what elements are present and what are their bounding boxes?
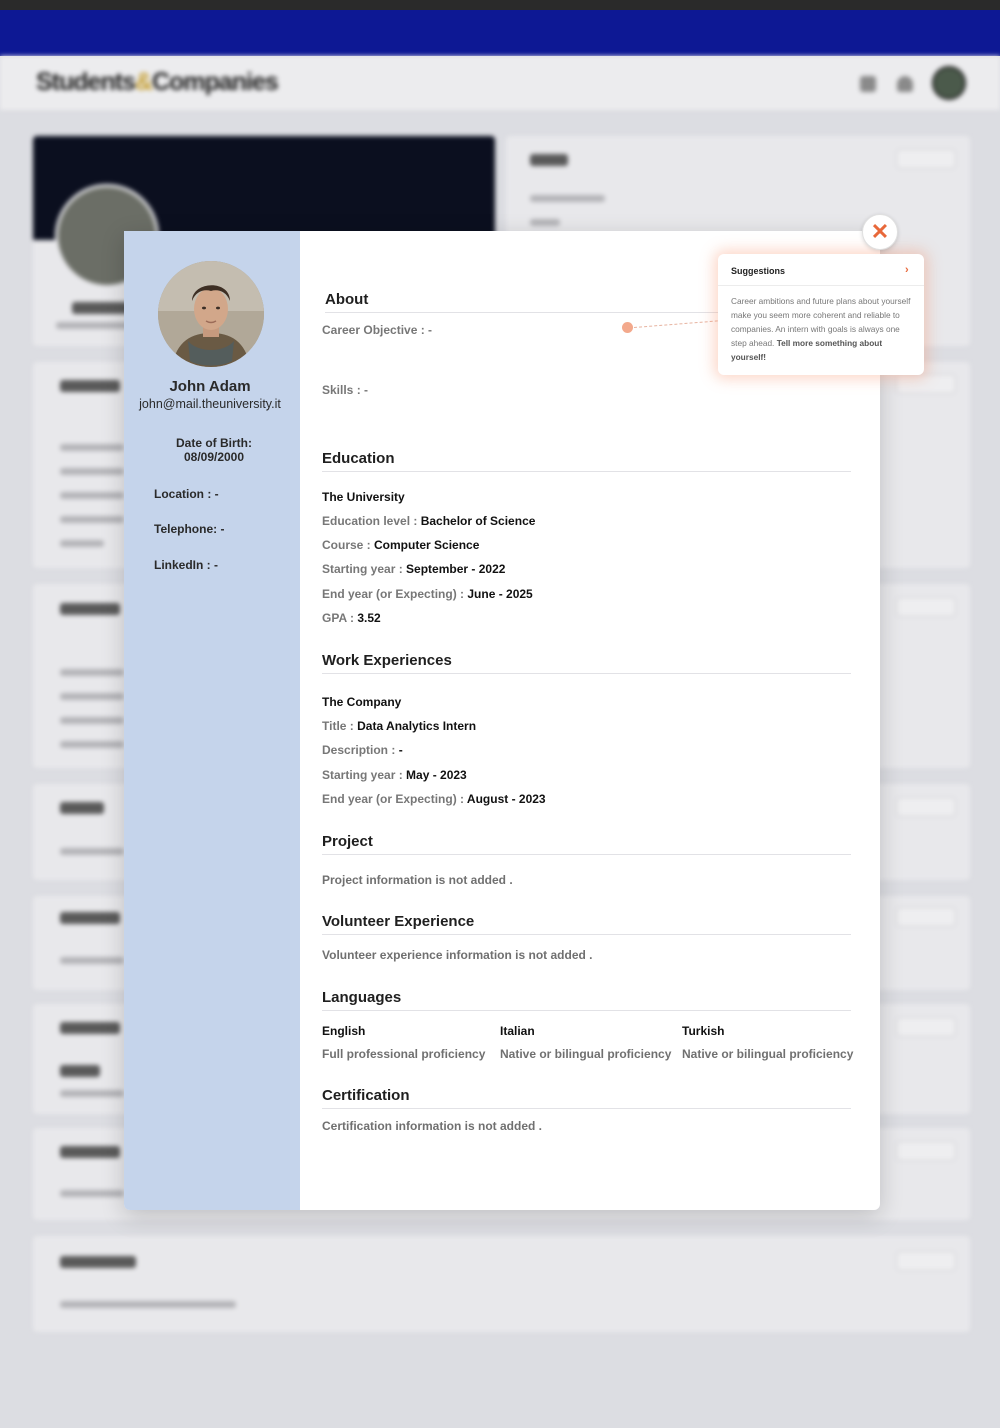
bg-text xyxy=(60,1256,136,1268)
education-start: Starting year : September - 2022 xyxy=(322,562,506,576)
work-start: Starting year : May - 2023 xyxy=(322,768,467,782)
about-title: About xyxy=(325,291,369,308)
suggestions-title: Suggestions xyxy=(731,266,786,276)
language-item: Italian Native or bilingual proficiency xyxy=(500,1024,672,1061)
bg-text xyxy=(60,912,120,924)
bg-text xyxy=(60,1301,236,1308)
bg-text xyxy=(530,219,560,226)
bg-text xyxy=(60,1065,100,1077)
work-company: The Company xyxy=(322,695,402,709)
suggestion-connector xyxy=(633,320,718,328)
bg-text xyxy=(60,1190,124,1197)
bg-text xyxy=(60,444,124,451)
languages-divider xyxy=(322,1010,851,1011)
work-job-title: Title : Data Analytics Intern xyxy=(322,719,477,733)
app-logo[interactable]: Students&Companies xyxy=(36,68,279,97)
language-item: English Full professional proficiency xyxy=(322,1024,486,1061)
bg-text xyxy=(60,492,124,499)
bg-text xyxy=(60,603,120,615)
bg-text xyxy=(530,154,568,166)
bell-icon[interactable] xyxy=(897,76,913,92)
volunteer-title: Volunteer Experience xyxy=(322,913,475,930)
chevron-right-icon[interactable]: › xyxy=(905,264,909,276)
dob-label: Date of Birth: xyxy=(176,436,252,450)
project-divider xyxy=(322,854,851,855)
linkedin-field: LinkedIn : - xyxy=(154,558,218,572)
bg-button xyxy=(896,149,956,169)
background-certification-card xyxy=(33,1236,970,1332)
certification-empty: Certification information is not added . xyxy=(322,1119,543,1133)
profile-name: John Adam xyxy=(169,378,251,395)
window-top-strip xyxy=(0,0,1000,10)
user-avatar[interactable] xyxy=(932,66,966,100)
close-icon: ✕ xyxy=(870,219,890,244)
location-field: Location : - xyxy=(154,487,219,501)
languages-title: Languages xyxy=(322,989,402,1006)
bg-text xyxy=(60,848,124,855)
bg-text xyxy=(60,1022,120,1034)
bg-button xyxy=(896,1017,956,1037)
background-header: Students&Companies xyxy=(0,56,1000,110)
chat-icon[interactable] xyxy=(860,76,876,92)
bg-text xyxy=(60,468,124,475)
app-top-bar xyxy=(0,10,1000,56)
education-divider xyxy=(322,471,851,472)
work-end: End year (or Expecting) : August - 2023 xyxy=(322,792,546,806)
profile-email: john@mail.theuniversity.it xyxy=(139,397,281,411)
work-description: Description : - xyxy=(322,743,403,757)
bg-text xyxy=(60,957,124,964)
profile-main: About Career Objective : - Skills : - Su… xyxy=(300,231,924,1210)
bg-text xyxy=(60,540,104,547)
project-empty: Project information is not added . xyxy=(322,873,513,887)
volunteer-empty: Volunteer experience information is not … xyxy=(322,948,593,962)
education-course: Course : Computer Science xyxy=(322,538,480,552)
education-level: Education level : Bachelor of Science xyxy=(322,514,536,528)
bg-button xyxy=(896,374,956,394)
profile-photo xyxy=(158,261,264,367)
bg-text xyxy=(60,1146,120,1158)
certification-divider xyxy=(322,1108,851,1109)
telephone-field: Telephone: - xyxy=(154,522,225,536)
work-divider xyxy=(322,673,851,674)
bg-text xyxy=(60,516,124,523)
bg-button xyxy=(896,597,956,617)
suggestions-popup[interactable]: Suggestions › Career ambitions and futur… xyxy=(718,254,924,375)
education-title: Education xyxy=(322,450,395,467)
bg-text xyxy=(60,1090,124,1097)
bg-text xyxy=(60,802,104,814)
bg-button xyxy=(896,1141,956,1161)
profile-sidebar: John Adam john@mail.theuniversity.it Dat… xyxy=(124,231,300,1210)
bg-text xyxy=(60,380,120,392)
bg-text xyxy=(72,302,132,314)
language-item: Turkish Native or bilingual proficiency xyxy=(682,1024,854,1061)
suggestion-marker[interactable] xyxy=(622,322,633,333)
project-title: Project xyxy=(322,833,373,850)
certification-title: Certification xyxy=(322,1087,410,1104)
bg-button xyxy=(896,1251,956,1271)
bg-text xyxy=(530,195,605,202)
close-button[interactable]: ✕ xyxy=(862,214,898,250)
profile-preview-modal: John Adam john@mail.theuniversity.it Dat… xyxy=(124,214,924,1210)
bg-button xyxy=(896,797,956,817)
education-end: End year (or Expecting) : June - 2025 xyxy=(322,587,533,601)
bg-text xyxy=(60,741,124,748)
bg-button xyxy=(896,907,956,927)
dob-value: 08/09/2000 xyxy=(183,450,245,464)
education-gpa: GPA : 3.52 xyxy=(322,611,381,625)
bg-text xyxy=(60,669,124,676)
profile-photo-image xyxy=(158,261,264,367)
career-objective: Career Objective : - xyxy=(322,323,433,337)
skills: Skills : - xyxy=(322,383,369,397)
bg-text xyxy=(60,693,124,700)
volunteer-divider xyxy=(322,934,851,935)
suggestions-body: Career ambitions and future plans about … xyxy=(731,296,911,362)
bg-text xyxy=(60,717,124,724)
education-school: The University xyxy=(322,490,405,504)
suggestions-divider xyxy=(718,285,924,286)
work-title: Work Experiences xyxy=(322,652,452,669)
